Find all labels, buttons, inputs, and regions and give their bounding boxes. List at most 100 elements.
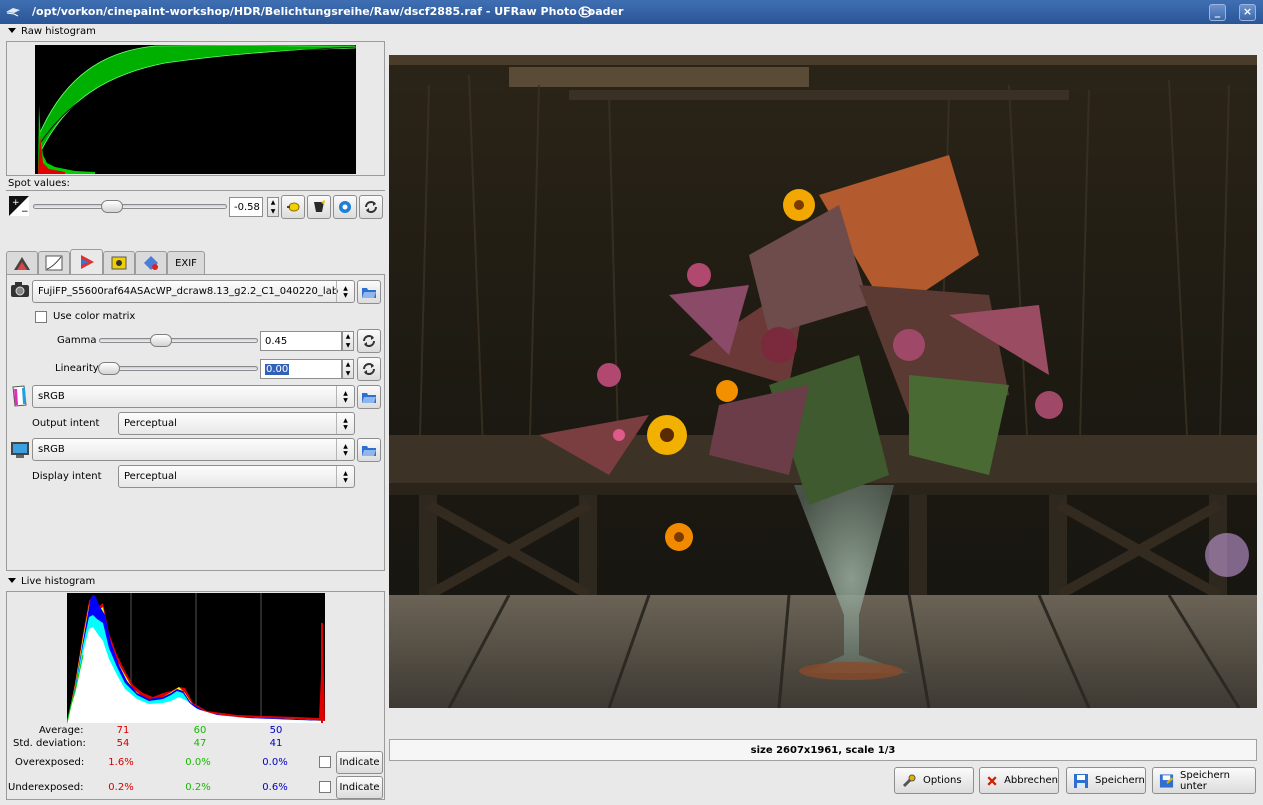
output-profile-select[interactable]: sRGB ▲ ▼ (32, 385, 355, 408)
linearity-spinner[interactable]: ▲ ▼ (342, 359, 354, 379)
indicate-overexposed-button[interactable]: Indicate (336, 751, 383, 774)
under-red: 0.2% (108, 782, 134, 793)
raw-histogram-frame (6, 41, 385, 176)
linearity-label: Linearity (55, 363, 99, 374)
color-management-page: FujiFP_S5600raf64ASAcWP_dcraw8.13_g2.2_C… (6, 274, 385, 571)
clip-button[interactable] (333, 195, 357, 219)
load-input-profile-button[interactable] (357, 280, 381, 304)
divider (6, 190, 385, 191)
title-bar: /opt/vorkon/cinepaint-workshop/HDR/Belic… (0, 0, 1263, 24)
options-button[interactable]: Options (894, 767, 974, 794)
minimize-button[interactable]: _ (1209, 4, 1226, 21)
std-deviation-label: Std. deviation: (13, 738, 86, 749)
lightness-icon (144, 256, 158, 270)
save-button[interactable]: Speichern (1066, 767, 1146, 794)
average-red: 71 (116, 725, 130, 736)
over-blue: 0.0% (262, 757, 288, 768)
reset-linearity-button[interactable] (357, 357, 381, 381)
exposure-entry[interactable]: -0.58 (229, 197, 263, 217)
raw-histogram-expander[interactable]: Raw histogram (8, 26, 96, 40)
expander-arrow-icon (8, 578, 16, 583)
live-histogram-frame: Average: 71 60 50 Std. deviation: 54 47 … (6, 591, 385, 800)
reset-gamma-button[interactable] (357, 329, 381, 353)
close-button[interactable]: × (1239, 4, 1256, 21)
display-intent-select[interactable]: Perceptual ▲ ▼ (118, 465, 355, 488)
gamma-spinner[interactable]: ▲ ▼ (342, 331, 354, 351)
reset-exposure-button[interactable] (359, 195, 383, 219)
reset-icon (363, 363, 375, 375)
preview-image[interactable] (389, 55, 1257, 708)
tab-color-management[interactable] (70, 249, 103, 274)
average-blue: 50 (269, 725, 283, 736)
floppy-disk-icon (1074, 773, 1088, 788)
reset-icon (365, 201, 377, 213)
overexposed-checkbox[interactable] (319, 756, 331, 768)
input-profile-select[interactable]: FujiFP_S5600raf64ASAcWP_dcraw8.13_g2.2_C… (32, 280, 355, 303)
output-intent-label: Output intent (32, 418, 100, 429)
svg-text:−: − (21, 207, 29, 216)
reset-icon (363, 335, 375, 347)
output-profile-icon (12, 385, 27, 407)
combo-arrows-icon: ▲ ▼ (336, 466, 354, 487)
gamma-slider-track[interactable] (99, 338, 258, 343)
expander-arrow-icon (8, 28, 16, 33)
load-display-profile-button[interactable] (357, 438, 381, 462)
underexposed-label: Underexposed: (8, 782, 84, 793)
tab-grayscale[interactable] (38, 251, 70, 274)
open-folder-icon (362, 288, 376, 298)
app-icon[interactable] (4, 4, 22, 20)
cancel-icon (987, 775, 997, 786)
display-intent-label: Display intent (32, 471, 102, 482)
load-output-profile-button[interactable] (357, 385, 381, 409)
swirl-icon (578, 6, 592, 18)
exposure-slider-track[interactable] (33, 204, 227, 209)
auto-exposure-button[interactable] (281, 195, 305, 219)
over-green: 0.0% (185, 757, 211, 768)
gamma-label: Gamma (57, 335, 97, 346)
save-as-button[interactable]: Speichern unter (1152, 767, 1256, 794)
light-bulb-icon (287, 202, 300, 212)
tab-lightness[interactable] (135, 251, 167, 274)
linearity-slider-track[interactable] (99, 366, 258, 371)
tab-corrections[interactable] (103, 251, 135, 274)
raw-histogram (35, 45, 356, 174)
linearity-slider-knob[interactable] (98, 362, 120, 375)
combo-arrows-icon: ▲ ▼ (336, 386, 354, 407)
underexposed-checkbox[interactable] (319, 781, 331, 793)
color-management-icon (80, 255, 94, 269)
exposure-spinner[interactable]: ▲ ▼ (267, 197, 279, 217)
exposure-compensation-icon: + − (9, 196, 29, 216)
indicate-underexposed-button[interactable]: Indicate (336, 776, 383, 799)
average-green: 60 (193, 725, 207, 736)
left-panel: Raw histogram Spot values: + − -0.58 ▲▼ (6, 24, 385, 802)
combo-arrows-icon: ▲ ▼ (336, 281, 354, 302)
gamma-slider-knob[interactable] (150, 334, 172, 347)
over-red: 1.6% (108, 757, 134, 768)
display-profile-select[interactable]: sRGB ▲ ▼ (32, 438, 355, 461)
cancel-button[interactable]: Abbrechen (979, 767, 1059, 794)
photo-flower-bouquet (389, 55, 1257, 708)
tab-exif[interactable]: EXIF (167, 251, 205, 274)
overexposed-label: Overexposed: (15, 757, 85, 768)
under-blue: 0.6% (262, 782, 288, 793)
use-color-matrix-checkbox[interactable] (35, 311, 47, 323)
monitor-icon (11, 442, 29, 458)
gear-icon (339, 201, 351, 213)
white-balance-icon (14, 257, 30, 270)
exposure-slider-knob[interactable] (101, 200, 123, 213)
grayscale-curve-icon (45, 255, 63, 271)
clip-highlights-icon (314, 200, 325, 212)
window-title: /opt/vorkon/cinepaint-workshop/HDR/Belic… (32, 5, 624, 18)
open-folder-icon (362, 393, 376, 403)
tab-white-balance[interactable] (6, 251, 38, 274)
gamma-entry[interactable]: 0.45 (260, 331, 342, 351)
restore-details-button[interactable] (307, 195, 331, 219)
std-green: 47 (193, 738, 207, 749)
std-blue: 41 (269, 738, 283, 749)
output-intent-select[interactable]: Perceptual ▲ ▼ (118, 412, 355, 435)
live-histogram-expander[interactable]: Live histogram (8, 576, 95, 590)
linearity-entry[interactable]: 0.00 (260, 359, 342, 379)
combo-arrows-icon: ▲ ▼ (336, 439, 354, 460)
open-folder-icon (362, 446, 376, 456)
corrections-icon (111, 256, 127, 270)
